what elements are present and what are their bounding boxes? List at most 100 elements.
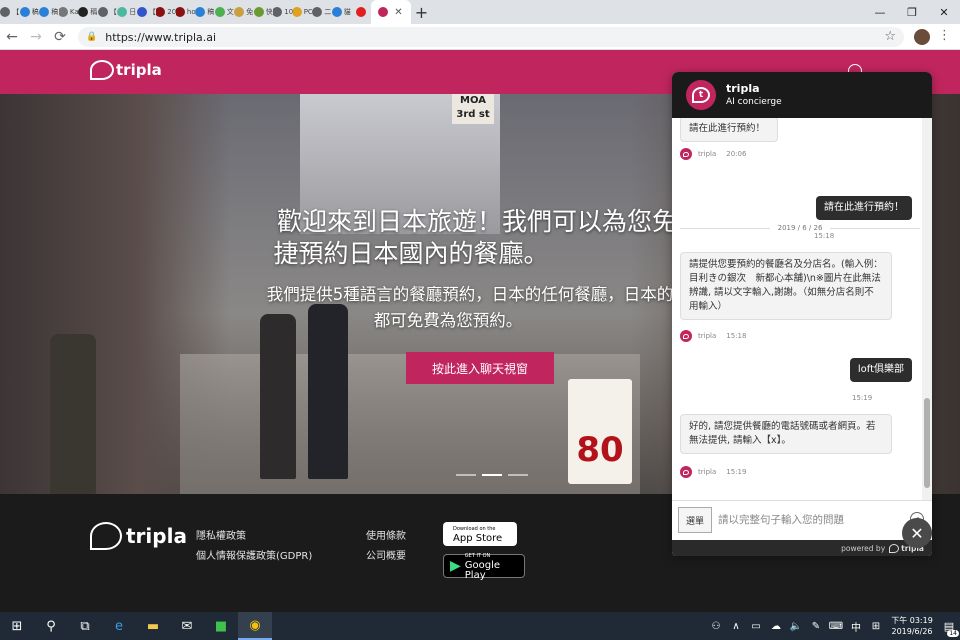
browser-tab[interactable] — [351, 0, 371, 24]
ime-mode-icon[interactable]: ⊞ — [866, 612, 886, 640]
back-icon[interactable]: ← — [0, 24, 24, 50]
powered-by: powered by tripla — [672, 540, 932, 556]
taskbar-clock[interactable]: 下午 03:19 2019/6/26 — [886, 615, 938, 637]
tab-title: 文 — [226, 8, 234, 16]
mail-icon[interactable]: ✉ — [170, 612, 204, 640]
user-message: loft俱樂部 — [849, 358, 912, 382]
chat-input[interactable] — [718, 509, 898, 531]
ime-indicator[interactable]: 中 — [846, 612, 866, 640]
tab-title: PC — [303, 8, 312, 16]
tripla-mini-logo-icon — [889, 543, 900, 553]
browser-tab[interactable]: 日 — [117, 0, 137, 24]
carousel-dot[interactable] — [508, 474, 528, 476]
browser-tab[interactable]: Ka — [58, 0, 78, 24]
browser-tab[interactable]: 稿 — [195, 0, 215, 24]
gdpr-policy-link[interactable]: 個人情報保護政策(GDPR) — [196, 547, 312, 562]
browser-tab[interactable]: 【 — [0, 0, 20, 24]
tab-close-icon[interactable]: ✕ — [394, 7, 402, 18]
edge-icon[interactable]: e — [102, 612, 136, 640]
tab-title: 貓 — [343, 8, 351, 16]
footer-logo[interactable]: tripla — [90, 522, 187, 550]
notification-count: 14 — [947, 630, 959, 637]
maximize-button[interactable]: ❐ — [896, 0, 928, 24]
address-bar[interactable]: 🔒 https://www.tripla.ai ☆ — [78, 27, 904, 47]
browser-tab[interactable]: 稿 — [39, 0, 59, 24]
chrome-icon[interactable]: ◉ — [238, 612, 272, 640]
privacy-policy-link[interactable]: 隱私權政策 — [196, 527, 246, 542]
forward-icon[interactable]: → — [24, 24, 48, 50]
app-store-button[interactable]: Download on the App Store — [443, 522, 517, 546]
browser-tab[interactable]: 20 — [156, 0, 176, 24]
minimize-button[interactable]: — — [864, 0, 896, 24]
browser-tab[interactable]: 免 — [234, 0, 254, 24]
site-logo[interactable]: tripla — [90, 60, 162, 80]
pen-icon[interactable]: ✎ — [806, 612, 826, 640]
browser-tab[interactable]: PC — [292, 0, 312, 24]
profile-avatar[interactable] — [914, 29, 930, 45]
task-view-icon[interactable]: ⧉ — [68, 612, 102, 640]
window-close-button[interactable]: ✕ — [928, 0, 960, 24]
tab-title: 【 — [148, 8, 156, 16]
tab-title: 稿 — [207, 8, 215, 16]
tab-title: 【 — [109, 8, 117, 16]
search-icon[interactable]: ⚲ — [34, 612, 68, 640]
browser-tab[interactable]: ho — [175, 0, 195, 24]
tab-title: 稿 — [31, 8, 39, 16]
tab-title: 【 — [12, 8, 20, 16]
chat-close-button[interactable]: ✕ — [902, 518, 932, 548]
carousel-dot[interactable] — [482, 474, 502, 476]
start-windows-icon[interactable]: ⊞ — [0, 612, 34, 640]
logo-bubble-icon — [90, 522, 122, 550]
chat-messages[interactable]: 請在此進行預約！ tripla 20:06 2019 / 6 / 26 請在此進行預約！… — [672, 118, 932, 500]
keyboard-icon[interactable]: ⌨ — [826, 612, 846, 640]
browser-tab[interactable]: 稿 — [19, 0, 40, 24]
play-store-icon: ▶ — [450, 558, 461, 574]
browser-tab[interactable]: 稱 — [78, 0, 98, 24]
browser-tab[interactable]: 快 — [253, 0, 274, 24]
browser-tab[interactable]: 10 — [273, 0, 293, 24]
tab-favicon-icon — [19, 7, 30, 17]
open-chat-button[interactable]: 按此進入聊天視窗 — [406, 352, 554, 384]
browser-tab[interactable]: 【 — [136, 0, 157, 24]
battery-icon[interactable]: ▭ — [746, 612, 766, 640]
bookmark-star-icon[interactable]: ☆ — [884, 29, 896, 44]
chat-avatar: t — [686, 80, 716, 110]
browser-tab[interactable]: 貓 — [331, 0, 352, 24]
browser-tab[interactable]: 【 — [97, 0, 118, 24]
tab-favicon-icon — [378, 7, 389, 17]
logo-bubble-icon — [90, 60, 114, 80]
company-link[interactable]: 公司概要 — [366, 547, 406, 562]
chat-menu-button[interactable]: 選單 — [678, 507, 712, 533]
file-explorer-icon[interactable]: ▬ — [136, 612, 170, 640]
tray-overflow-icon[interactable]: ∧ — [726, 612, 746, 640]
tab-title: ho — [186, 8, 195, 16]
cloud-icon[interactable]: ☁ — [766, 612, 786, 640]
terms-link[interactable]: 使用條款 — [366, 527, 406, 542]
browser-tab-strip: 【 稿 稿 Ka 稱 【 日 【 20 ho 稿 文 免 快 10 PC 二 貓 ✕ + — ❐ ✕ — [0, 0, 960, 24]
browser-tab[interactable]: 二 — [312, 0, 332, 24]
line-app-icon[interactable]: ■ — [204, 612, 238, 640]
browser-tab[interactable]: ✕ — [370, 0, 411, 24]
new-tab-button[interactable]: + — [411, 0, 433, 24]
tab-favicon-icon — [273, 7, 283, 17]
chat-scrollbar[interactable] — [922, 118, 932, 500]
google-play-button[interactable]: ▶ GET IT ON Google Play — [443, 553, 525, 581]
reload-icon[interactable]: ⟳ — [48, 24, 72, 50]
speaker-icon[interactable]: 🔈 — [786, 612, 806, 640]
bot-message: 請在此進行預約！ — [680, 118, 778, 142]
browser-tab[interactable]: 文 — [214, 0, 235, 24]
chat-scrollbar-thumb[interactable] — [924, 398, 930, 488]
browser-menu-icon[interactable]: ⋮ — [938, 28, 951, 43]
action-center-icon[interactable]: ▤ 14 — [938, 612, 960, 640]
tab-favicon-icon — [253, 7, 264, 17]
tab-favicon-icon — [175, 7, 185, 17]
people-icon[interactable]: ⚇ — [706, 612, 726, 640]
carousel-dot[interactable] — [456, 474, 476, 476]
sender-avatar-icon — [680, 148, 692, 160]
message-meta: tripla 20:06 — [680, 148, 746, 160]
tab-title: 20 — [167, 8, 176, 16]
tab-favicon-icon — [214, 7, 225, 17]
chat-input-bar: 選單 ➚ — [672, 500, 932, 540]
shop-sign-80: 80 — [568, 379, 632, 484]
tab-title: 二 — [324, 8, 332, 16]
